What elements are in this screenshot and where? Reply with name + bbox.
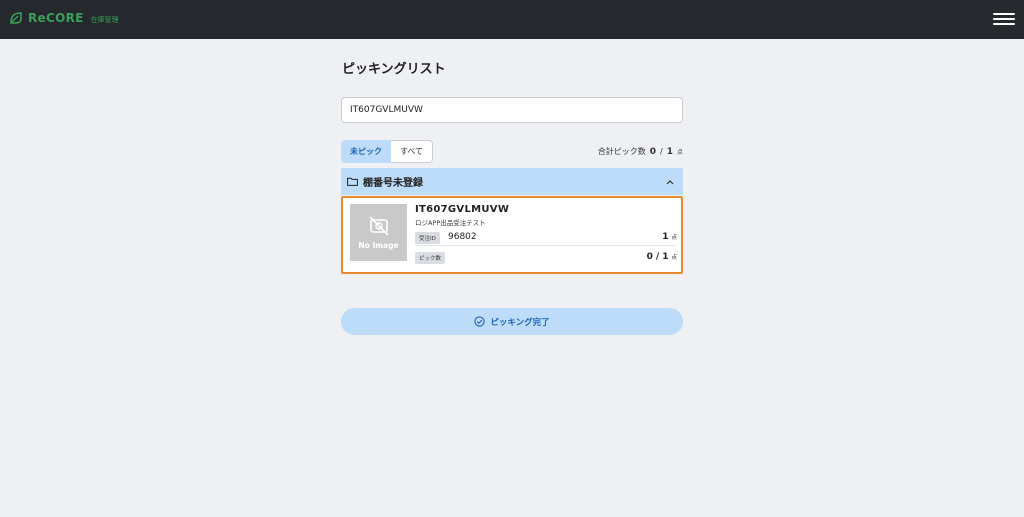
brand-subtitle: 在庫管理 — [90, 15, 119, 24]
order-id-value: 96802 — [448, 232, 477, 242]
order-qty: 1 点 — [662, 232, 677, 242]
pick-count-row: ピック数 0 / 1 点 — [415, 251, 677, 266]
filter-tabs: 未ピック すべて — [341, 140, 433, 163]
chevron-up-icon[interactable] — [666, 179, 674, 185]
total-unit: 点 — [676, 149, 683, 156]
pick-unit: 点 — [671, 255, 677, 261]
folder-icon — [347, 177, 358, 186]
total-count-value: 1 — [666, 147, 673, 157]
order-qty-unit: 点 — [671, 235, 677, 241]
no-image-placeholder: No Image — [350, 204, 407, 261]
picking-complete-label: ピッキング完了 — [490, 317, 550, 328]
pick-done-value: 0 — [646, 252, 653, 262]
total-pick-count: 合計ピック数 0 / 1 点 — [598, 146, 683, 157]
page-title: ピッキングリスト — [342, 62, 446, 77]
tab-unpicked[interactable]: 未ピック — [341, 140, 391, 163]
no-image-label: No Image — [358, 241, 399, 250]
search-input[interactable] — [341, 97, 683, 123]
pick-count: 0 / 1 点 — [647, 252, 677, 262]
item-description: ロジAPP出品受注テスト — [415, 219, 486, 227]
total-picked-value: 0 — [649, 147, 657, 157]
order-id-row: 受注ID 96802 1 点 — [415, 231, 677, 246]
check-circle-icon — [474, 316, 486, 327]
tab-all[interactable]: すべて — [391, 140, 433, 163]
order-id-badge: 受注ID — [415, 232, 440, 244]
item-code: IT607GVLMUVW — [415, 204, 510, 215]
brand-name: ReCORE — [28, 11, 84, 25]
leaf-logo-icon — [10, 12, 22, 24]
pick-count-badge: ピック数 — [415, 252, 446, 264]
brand-logo[interactable]: ReCORE 在庫管理 — [9, 11, 119, 25]
pick-item-card[interactable]: No Image IT607GVLMUVW ロジAPP出品受注テスト 受注ID … — [341, 196, 683, 274]
pick-total-value: 1 — [662, 252, 669, 262]
top-navbar: ReCORE 在庫管理 — [0, 0, 1024, 39]
section-header-shelf[interactable]: 棚番号未登録 — [341, 168, 683, 195]
pick-separator: / — [655, 252, 660, 262]
total-separator: / — [660, 147, 663, 156]
picking-complete-button[interactable]: ピッキング完了 — [341, 308, 683, 335]
no-image-icon — [368, 216, 389, 236]
order-qty-value: 1 — [662, 232, 669, 242]
section-title: 棚番号未登録 — [363, 178, 423, 189]
total-pick-label: 合計ピック数 — [597, 147, 646, 156]
hamburger-menu-icon[interactable] — [993, 13, 1015, 27]
